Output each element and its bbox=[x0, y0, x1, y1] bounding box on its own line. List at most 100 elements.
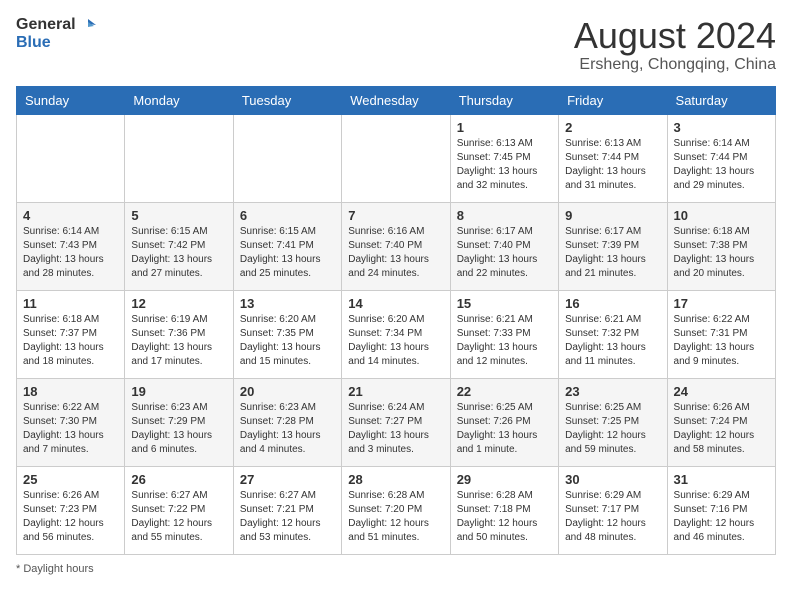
day-number-14: 14 bbox=[348, 296, 443, 311]
day-info-5: Sunrise: 6:15 AM Sunset: 7:42 PM Dayligh… bbox=[131, 225, 226, 281]
day-cell-22: 22 Sunrise: 6:25 AM Sunset: 7:26 PM Dayli… bbox=[450, 378, 558, 466]
day-cell-24: 24 Sunrise: 6:26 AM Sunset: 7:24 PM Dayli… bbox=[667, 378, 775, 466]
day-cell-21: 21 Sunrise: 6:24 AM Sunset: 7:27 PM Dayli… bbox=[342, 378, 450, 466]
day-cell-17: 17 Sunrise: 6:22 AM Sunset: 7:31 PM Dayli… bbox=[667, 290, 775, 378]
day-cell-8: 8Sunrise: 6:17 AM Sunset: 7:40 PM Daylig… bbox=[450, 202, 558, 290]
day-cell-28: 28Sunrise: 6:28 AM Sunset: 7:20 PM Dayli… bbox=[342, 466, 450, 554]
day-number-17: 17 bbox=[674, 296, 769, 311]
title-area: August 2024 Ersheng, Chongqing, China bbox=[574, 16, 776, 74]
day-info-27: Sunrise: 6:27 AM Sunset: 7:21 PM Dayligh… bbox=[240, 489, 335, 545]
empty-cell bbox=[233, 114, 341, 202]
day-info-10: Sunrise: 6:18 AM Sunset: 7:38 PM Dayligh… bbox=[674, 225, 769, 281]
day-info-3: Sunrise: 6:14 AM Sunset: 7:44 PM Dayligh… bbox=[674, 137, 769, 193]
empty-cell bbox=[125, 114, 233, 202]
day-info-19: Sunrise: 6:23 AM Sunset: 7:29 PM Dayligh… bbox=[131, 401, 226, 457]
day-cell-3: 3 Sunrise: 6:14 AM Sunset: 7:44 PM Daylig… bbox=[667, 114, 775, 202]
day-number-3: 3 bbox=[674, 120, 769, 135]
day-cell-25: 25 Sunrise: 6:26 AM Sunset: 7:23 PM Dayli… bbox=[17, 466, 125, 554]
day-number-20: 20 bbox=[240, 384, 335, 399]
day-cell-20: 20 Sunrise: 6:23 AM Sunset: 7:28 PM Dayli… bbox=[233, 378, 341, 466]
day-cell-18: 18 Sunrise: 6:22 AM Sunset: 7:30 PM Dayli… bbox=[17, 378, 125, 466]
day-number-21: 21 bbox=[348, 384, 443, 399]
day-number-5: 5 bbox=[131, 208, 226, 223]
location-subtitle: Ersheng, Chongqing, China bbox=[574, 56, 776, 74]
day-cell-15: 15 Sunrise: 6:21 AM Sunset: 7:33 PM Dayli… bbox=[450, 290, 558, 378]
day-number-31: 31 bbox=[674, 472, 769, 487]
week-row-5: 25 Sunrise: 6:26 AM Sunset: 7:23 PM Dayli… bbox=[17, 466, 776, 554]
day-number-23: 23 bbox=[565, 384, 660, 399]
day-info-28: Sunrise: 6:28 AM Sunset: 7:20 PM Dayligh… bbox=[348, 489, 443, 545]
day-number-22: 22 bbox=[457, 384, 552, 399]
day-number-10: 10 bbox=[674, 208, 769, 223]
logo-general-text: General bbox=[16, 16, 76, 34]
day-number-19: 19 bbox=[131, 384, 226, 399]
day-number-6: 6 bbox=[240, 208, 335, 223]
day-number-25: 25 bbox=[23, 472, 118, 487]
day-number-15: 15 bbox=[457, 296, 552, 311]
day-info-16: Sunrise: 6:21 AM Sunset: 7:32 PM Dayligh… bbox=[565, 313, 660, 369]
day-number-26: 26 bbox=[131, 472, 226, 487]
day-number-12: 12 bbox=[131, 296, 226, 311]
logo-blue-text: Blue bbox=[16, 34, 96, 52]
day-number-8: 8 bbox=[457, 208, 552, 223]
day-info-11: Sunrise: 6:18 AM Sunset: 7:37 PM Dayligh… bbox=[23, 313, 118, 369]
day-info-7: Sunrise: 6:16 AM Sunset: 7:40 PM Dayligh… bbox=[348, 225, 443, 281]
day-number-4: 4 bbox=[23, 208, 118, 223]
day-cell-4: 4 Sunrise: 6:14 AM Sunset: 7:43 PM Daylig… bbox=[17, 202, 125, 290]
weekday-header-tuesday: Tuesday bbox=[233, 86, 341, 114]
day-cell-23: 23 Sunrise: 6:25 AM Sunset: 7:25 PM Dayli… bbox=[559, 378, 667, 466]
day-info-6: Sunrise: 6:15 AM Sunset: 7:41 PM Dayligh… bbox=[240, 225, 335, 281]
day-info-2: Sunrise: 6:13 AM Sunset: 7:44 PM Dayligh… bbox=[565, 137, 660, 193]
day-number-11: 11 bbox=[23, 296, 118, 311]
day-info-26: Sunrise: 6:27 AM Sunset: 7:22 PM Dayligh… bbox=[131, 489, 226, 545]
day-number-2: 2 bbox=[565, 120, 660, 135]
day-info-13: Sunrise: 6:20 AM Sunset: 7:35 PM Dayligh… bbox=[240, 313, 335, 369]
week-row-3: 11 Sunrise: 6:18 AM Sunset: 7:37 PM Dayli… bbox=[17, 290, 776, 378]
day-info-15: Sunrise: 6:21 AM Sunset: 7:33 PM Dayligh… bbox=[457, 313, 552, 369]
empty-cell bbox=[342, 114, 450, 202]
day-info-23: Sunrise: 6:25 AM Sunset: 7:25 PM Dayligh… bbox=[565, 401, 660, 457]
day-cell-7: 7Sunrise: 6:16 AM Sunset: 7:40 PM Daylig… bbox=[342, 202, 450, 290]
day-info-18: Sunrise: 6:22 AM Sunset: 7:30 PM Dayligh… bbox=[23, 401, 118, 457]
day-info-22: Sunrise: 6:25 AM Sunset: 7:26 PM Dayligh… bbox=[457, 401, 552, 457]
week-row-4: 18 Sunrise: 6:22 AM Sunset: 7:30 PM Dayli… bbox=[17, 378, 776, 466]
weekday-header-sunday: Sunday bbox=[17, 86, 125, 114]
day-cell-12: 12Sunrise: 6:19 AM Sunset: 7:36 PM Dayli… bbox=[125, 290, 233, 378]
day-info-17: Sunrise: 6:22 AM Sunset: 7:31 PM Dayligh… bbox=[674, 313, 769, 369]
week-row-2: 4 Sunrise: 6:14 AM Sunset: 7:43 PM Daylig… bbox=[17, 202, 776, 290]
day-cell-11: 11 Sunrise: 6:18 AM Sunset: 7:37 PM Dayli… bbox=[17, 290, 125, 378]
weekday-header-row: SundayMondayTuesdayWednesdayThursdayFrid… bbox=[17, 86, 776, 114]
day-cell-1: 1 Sunrise: 6:13 AM Sunset: 7:45 PM Daylig… bbox=[450, 114, 558, 202]
footer-note: * Daylight hours bbox=[16, 563, 776, 575]
footer-note-text: Daylight hours bbox=[23, 563, 93, 575]
weekday-header-monday: Monday bbox=[125, 86, 233, 114]
day-number-1: 1 bbox=[457, 120, 552, 135]
logo-container: General Blue bbox=[16, 16, 96, 52]
day-info-21: Sunrise: 6:24 AM Sunset: 7:27 PM Dayligh… bbox=[348, 401, 443, 457]
day-info-20: Sunrise: 6:23 AM Sunset: 7:28 PM Dayligh… bbox=[240, 401, 335, 457]
day-cell-5: 5 Sunrise: 6:15 AM Sunset: 7:42 PM Daylig… bbox=[125, 202, 233, 290]
weekday-header-friday: Friday bbox=[559, 86, 667, 114]
day-number-24: 24 bbox=[674, 384, 769, 399]
day-info-30: Sunrise: 6:29 AM Sunset: 7:17 PM Dayligh… bbox=[565, 489, 660, 545]
day-info-29: Sunrise: 6:28 AM Sunset: 7:18 PM Dayligh… bbox=[457, 489, 552, 545]
day-number-18: 18 bbox=[23, 384, 118, 399]
day-cell-6: 6 Sunrise: 6:15 AM Sunset: 7:41 PM Daylig… bbox=[233, 202, 341, 290]
day-info-1: Sunrise: 6:13 AM Sunset: 7:45 PM Dayligh… bbox=[457, 137, 552, 193]
day-number-13: 13 bbox=[240, 296, 335, 311]
day-info-4: Sunrise: 6:14 AM Sunset: 7:43 PM Dayligh… bbox=[23, 225, 118, 281]
calendar-table: SundayMondayTuesdayWednesdayThursdayFrid… bbox=[16, 86, 776, 555]
day-cell-16: 16 Sunrise: 6:21 AM Sunset: 7:32 PM Dayli… bbox=[559, 290, 667, 378]
day-cell-31: 31Sunrise: 6:29 AM Sunset: 7:16 PM Dayli… bbox=[667, 466, 775, 554]
logo: General Blue bbox=[16, 16, 96, 52]
day-cell-13: 13 Sunrise: 6:20 AM Sunset: 7:35 PM Dayli… bbox=[233, 290, 341, 378]
empty-cell bbox=[17, 114, 125, 202]
weekday-header-wednesday: Wednesday bbox=[342, 86, 450, 114]
day-cell-29: 29Sunrise: 6:28 AM Sunset: 7:18 PM Dayli… bbox=[450, 466, 558, 554]
day-info-25: Sunrise: 6:26 AM Sunset: 7:23 PM Dayligh… bbox=[23, 489, 118, 545]
weekday-header-saturday: Saturday bbox=[667, 86, 775, 114]
day-info-24: Sunrise: 6:26 AM Sunset: 7:24 PM Dayligh… bbox=[674, 401, 769, 457]
page-header: General Blue August 2024 Ersheng, Chongq… bbox=[16, 16, 776, 74]
day-cell-2: 2 Sunrise: 6:13 AM Sunset: 7:44 PM Daylig… bbox=[559, 114, 667, 202]
day-number-16: 16 bbox=[565, 296, 660, 311]
